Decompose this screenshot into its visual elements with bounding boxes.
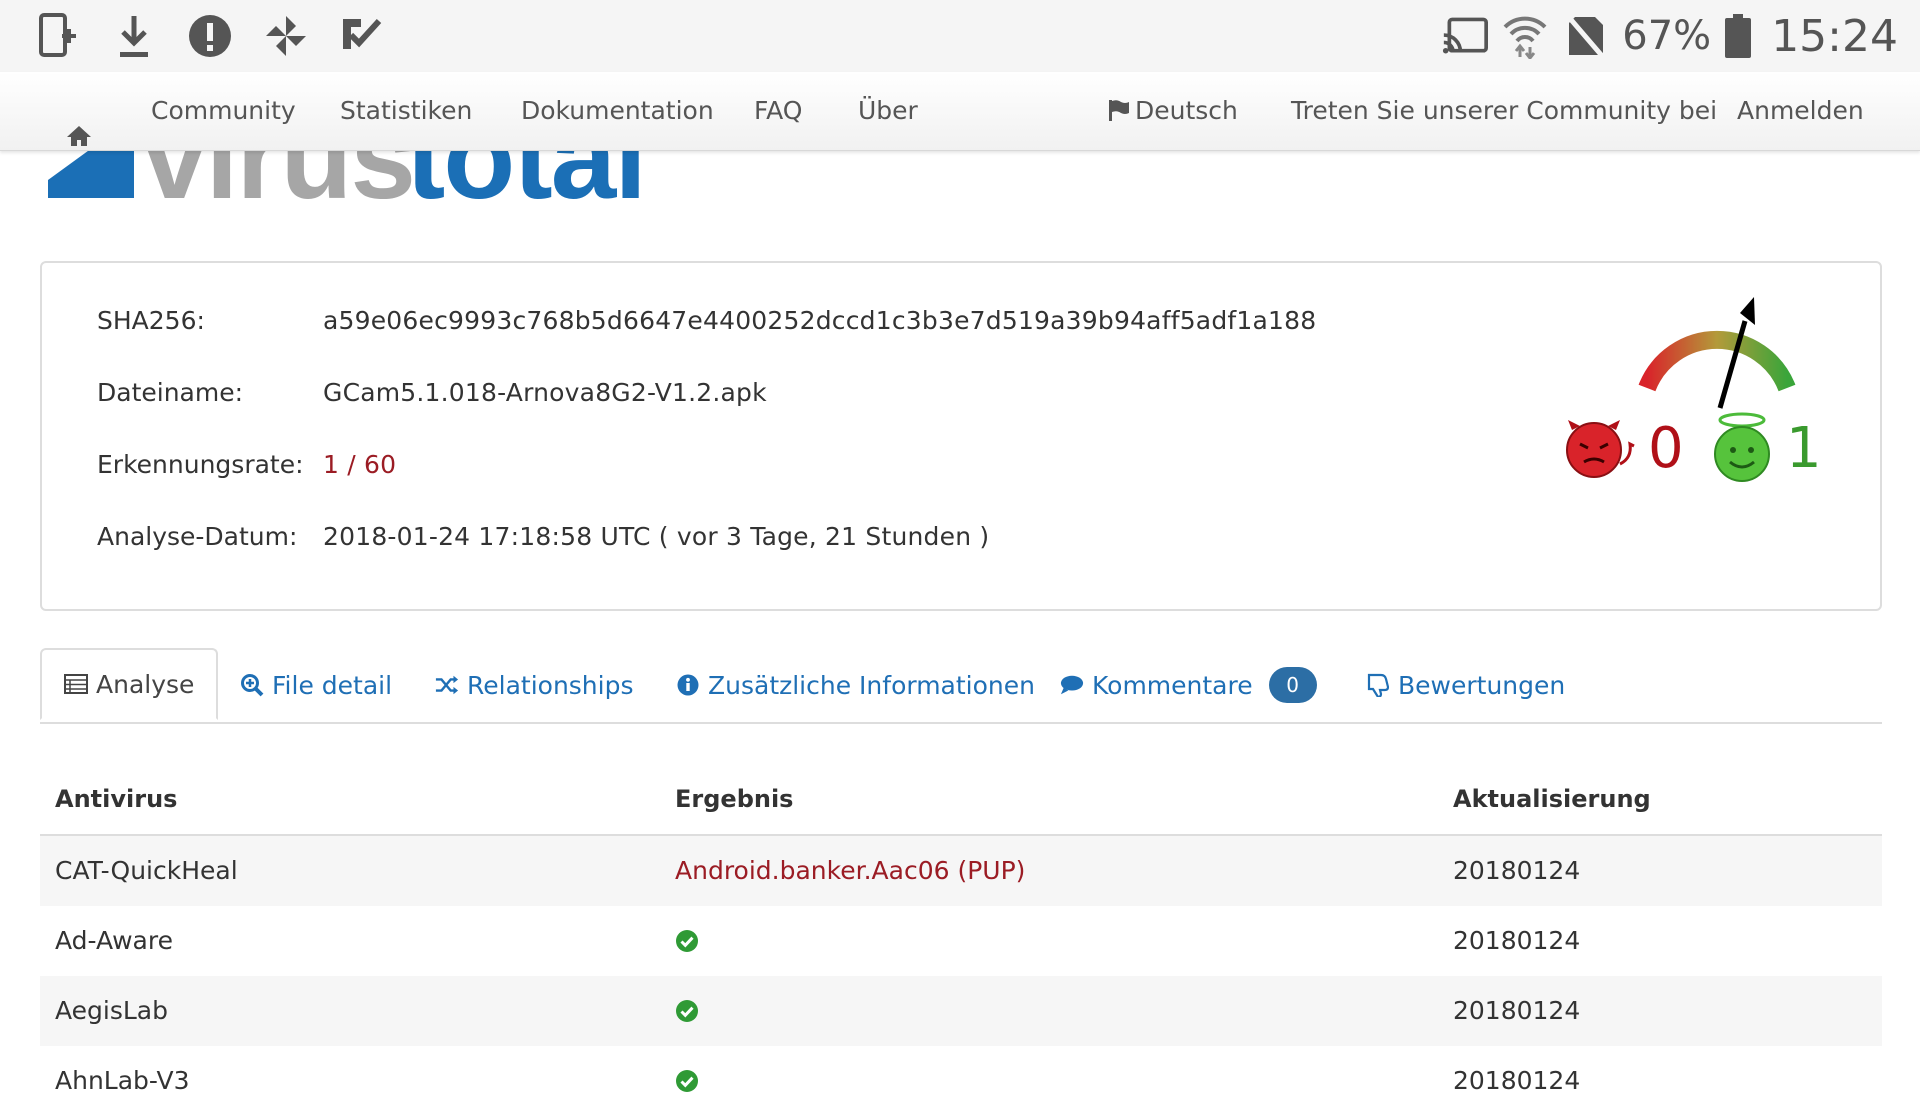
- antivirus-name: Ad-Aware: [55, 926, 173, 955]
- nav-documentation[interactable]: Dokumentation: [521, 72, 714, 150]
- nav-language[interactable]: Deutsch: [1107, 72, 1238, 150]
- update-date: 20180124: [1453, 926, 1581, 955]
- nav-faq[interactable]: FAQ: [754, 72, 802, 150]
- harmless-votes-count: 1: [1786, 415, 1822, 481]
- clean-result: [675, 906, 699, 980]
- clean-result: [675, 976, 699, 1050]
- update-date: 20180124: [1453, 856, 1581, 885]
- clock: 15:24: [1771, 10, 1898, 62]
- flag-icon: [1109, 100, 1129, 121]
- home-icon[interactable]: [66, 100, 92, 146]
- shuffle-icon: [435, 673, 459, 697]
- download-icon: [110, 12, 158, 60]
- table-icon: [64, 672, 88, 696]
- nav-join-community[interactable]: Treten Sie unserer Community bei: [1291, 72, 1717, 150]
- table-row: AegisLab 20180124: [40, 976, 1882, 1046]
- system-indicators: 67% 15:24: [1442, 8, 1898, 64]
- sha256-label: SHA256:: [97, 306, 205, 335]
- tab-comments[interactable]: Kommentare 0: [1060, 648, 1317, 722]
- analysis-date-label: Analyse-Datum:: [97, 522, 298, 551]
- nav-about[interactable]: Über: [858, 72, 918, 150]
- antivirus-name: CAT-QuickHeal: [55, 856, 238, 885]
- notification-icons: [34, 12, 386, 60]
- header-updated[interactable]: Aktualisierung: [1453, 764, 1651, 834]
- devil-icon: [1566, 420, 1635, 478]
- check-circle-icon: [676, 1070, 698, 1092]
- tab-comments-label: Kommentare: [1092, 670, 1253, 700]
- tab-votes-label: Bewertungen: [1398, 670, 1566, 700]
- checkmark-pen-icon: [338, 12, 386, 60]
- tab-analyse-label: Analyse: [96, 669, 195, 699]
- info-icon: [676, 673, 700, 697]
- tab-analyse[interactable]: Analyse: [40, 648, 219, 720]
- comment-icon: [1060, 673, 1084, 697]
- check-circle-icon: [676, 930, 698, 952]
- detection-value: 1 / 60: [323, 450, 397, 479]
- battery-icon: [1725, 14, 1752, 58]
- detection-label: Erkennungsrate:: [97, 450, 304, 479]
- malicious-votes-count: 0: [1648, 415, 1684, 481]
- tab-file-detail[interactable]: File detail: [240, 648, 392, 722]
- update-date: 20180124: [1453, 996, 1581, 1025]
- detection-result: Android.banker.Aac06 (PUP): [675, 856, 1026, 885]
- tab-file-detail-label: File detail: [272, 670, 393, 700]
- antivirus-name: AegisLab: [55, 996, 169, 1025]
- report-tabs: Analyse File detail Relationships Zusätz…: [40, 648, 1882, 724]
- comments-count-badge: 0: [1268, 667, 1317, 703]
- android-status-bar: 67% 15:24: [0, 0, 1920, 72]
- tab-relationships[interactable]: Relationships: [435, 648, 634, 722]
- battery-percent: 67%: [1622, 13, 1712, 59]
- nav-statistics[interactable]: Statistiken: [340, 72, 472, 150]
- sha256-value: a59e06ec9993c768b5d6647e4400252dccd1c3b3…: [323, 306, 1317, 335]
- pinwheel-icon: [262, 12, 310, 60]
- language-label: Deutsch: [1135, 96, 1238, 125]
- header-antivirus[interactable]: Antivirus: [55, 764, 177, 834]
- no-sim-icon: [1562, 13, 1608, 59]
- check-circle-icon: [676, 1000, 698, 1022]
- harmless-votes[interactable]: 1: [1710, 412, 1822, 483]
- zoom-in-icon: [240, 673, 264, 697]
- thumbs-down-icon: [1366, 673, 1390, 697]
- table-row: CAT-QuickHeal Android.banker.Aac06 (PUP)…: [40, 836, 1882, 906]
- update-date: 20180124: [1453, 1066, 1581, 1095]
- nav-login[interactable]: Anmelden: [1737, 72, 1864, 150]
- tab-relationships-label: Relationships: [467, 670, 634, 700]
- tab-votes[interactable]: Bewertungen: [1366, 648, 1565, 722]
- tab-additional-info-label: Zusätzliche Informationen: [708, 670, 1035, 700]
- table-header: Antivirus Ergebnis Aktualisierung: [40, 764, 1882, 836]
- table-row: AhnLab-V3 20180124: [40, 1046, 1882, 1116]
- file-summary-panel: SHA256: a59e06ec9993c768b5d6647e4400252d…: [40, 261, 1882, 611]
- antivirus-name: AhnLab-V3: [55, 1066, 190, 1095]
- top-navbar: Community Statistiken Dokumentation FAQ …: [0, 72, 1920, 151]
- antivirus-results-table: Antivirus Ergebnis Aktualisierung CAT-Qu…: [40, 764, 1882, 1116]
- analysis-date-value: 2018-01-24 17:18:58 UTC ( vor 3 Tage, 21…: [323, 522, 990, 551]
- tablet-add-icon: [34, 12, 82, 60]
- alert-icon: [186, 12, 234, 60]
- angel-icon: [1714, 412, 1770, 482]
- header-result[interactable]: Ergebnis: [675, 764, 793, 834]
- table-row: Ad-Aware 20180124: [40, 906, 1882, 976]
- wifi-icon: [1502, 13, 1548, 59]
- filename-value: GCam5.1.018-Arnova8G2-V1.2.apk: [323, 378, 767, 407]
- filename-label: Dateiname:: [97, 378, 244, 407]
- nav-community[interactable]: Community: [151, 72, 296, 150]
- cast-icon: [1442, 13, 1489, 59]
- tab-additional-info[interactable]: Zusätzliche Informationen: [676, 648, 1035, 722]
- clean-result: [675, 1046, 699, 1120]
- malicious-votes[interactable]: 0: [1562, 413, 1684, 483]
